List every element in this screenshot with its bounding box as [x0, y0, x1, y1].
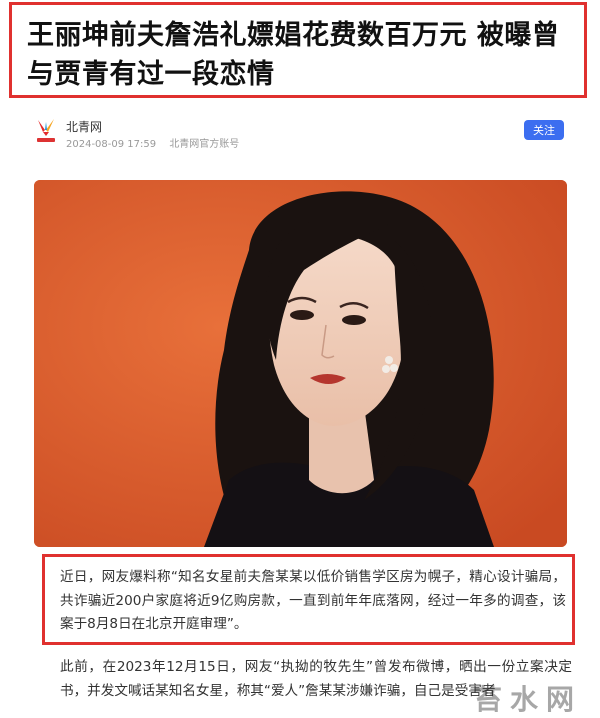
article-headline: 王丽坤前夫詹浩礼嫖娼花费数百万元 被曝曾与贾青有过一段恋情 [27, 20, 560, 90]
source-account: 北青网官方账号 [169, 139, 240, 150]
site-watermark: 苔水网 [473, 683, 582, 716]
body-paragraph-1: 近日，网友爆料称“知名女星前夫詹某某以低价销售学区房为幌子，精心设计骗局，共诈骗… [60, 569, 566, 632]
source-name[interactable]: 北青网 [66, 118, 102, 135]
publish-date: 2024-08-09 17:59 [66, 139, 157, 150]
source-meta: 2024-08-09 17:59 北青网官方账号 [66, 135, 249, 150]
source-row: 北青网 2024-08-09 17:59 北青网官方账号 关注 [35, 114, 570, 154]
portrait-photo [34, 180, 567, 547]
beiqing-logo-icon[interactable] [35, 116, 57, 144]
follow-button[interactable]: 关注 [524, 120, 564, 140]
